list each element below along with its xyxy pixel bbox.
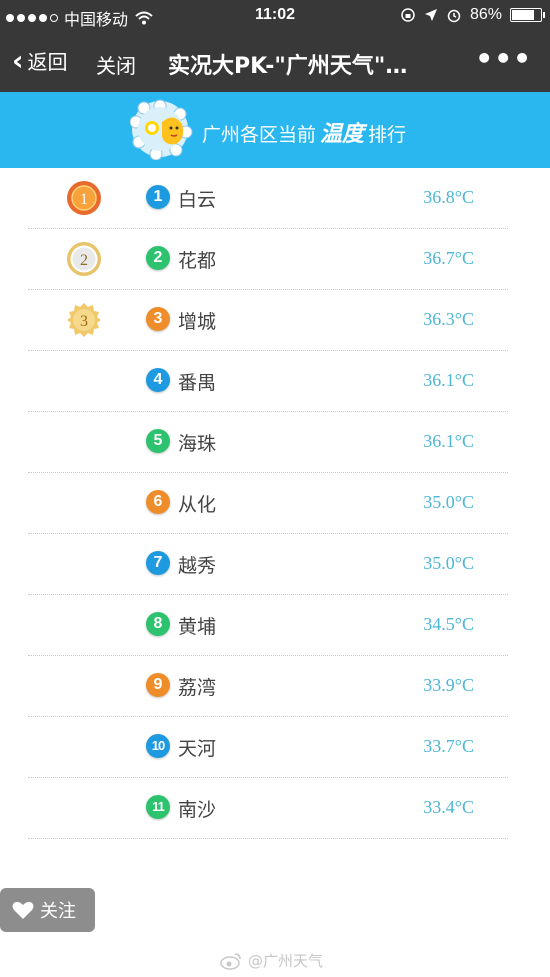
ranking-banner: 广州各区当前 温度 排行 (0, 92, 550, 168)
watermark: @广州天气 (220, 950, 323, 971)
follow-button[interactable]: 关注 (0, 888, 95, 932)
location-icon (424, 9, 437, 21)
rank-badge: 1 (146, 185, 170, 209)
temperature-value: 35.0°C (423, 492, 474, 512)
status-right: 86% (400, 6, 545, 24)
rank-badge: 2 (146, 246, 170, 270)
temperature-value: 35.0°C (423, 553, 474, 573)
district-name: 越秀 (178, 555, 217, 577)
rank-badge: 3 (146, 307, 170, 331)
rank-badge: 10 (146, 734, 170, 758)
temperature-value: 36.8°C (423, 187, 474, 207)
back-label: 返回 (27, 50, 68, 74)
list-item: 3 3 增城 36.3°C (28, 290, 508, 351)
list-item: 11 南沙 33.4°C (28, 778, 508, 839)
list-item: 2 2 花都 36.7°C (28, 229, 508, 290)
district-name: 南沙 (178, 799, 217, 821)
medal-gold-icon: 1 (67, 181, 101, 215)
status-bar: 中国移动 11:02 86% (0, 0, 550, 32)
district-name: 天河 (178, 738, 217, 760)
district-name: 白云 (178, 189, 217, 211)
medal-number: 3 (80, 313, 88, 330)
temperature-value: 36.7°C (423, 248, 474, 268)
district-name: 黄埔 (178, 616, 217, 638)
list-item: 10 天河 33.7°C (28, 717, 508, 778)
chevron-left-icon: ‹ (12, 43, 24, 77)
battery-percent: 86% (469, 6, 502, 23)
rank-badge: 4 (146, 368, 170, 392)
rank-badge: 5 (146, 429, 170, 453)
medal-number: 1 (80, 191, 88, 208)
list-item: 8 黄埔 34.5°C (28, 595, 508, 656)
banner-highlight: 温度 (320, 122, 365, 147)
weather-mascot-logo (130, 99, 193, 160)
watermark-text: @广州天气 (248, 952, 324, 970)
banner-suffix: 排行 (368, 124, 407, 146)
medal-bronze-icon: 3 (67, 303, 101, 337)
banner-title: 广州各区当前 温度 排行 (202, 116, 406, 148)
heart-icon (12, 901, 34, 919)
rank-badge: 11 (146, 795, 170, 819)
alarm-icon (447, 9, 461, 23)
lock-rotation-icon (401, 8, 415, 22)
rank-badge: 6 (146, 490, 170, 514)
battery-icon (510, 8, 545, 22)
list-item: 7 越秀 35.0°C (28, 534, 508, 595)
temperature-value: 33.4°C (423, 797, 474, 817)
back-button[interactable]: ‹ 返回 (12, 46, 68, 75)
temperature-value: 36.3°C (423, 309, 474, 329)
banner-prefix: 广州各区当前 (202, 124, 317, 146)
medal-number: 2 (80, 252, 88, 269)
district-name: 从化 (178, 494, 217, 516)
district-name: 荔湾 (178, 677, 217, 699)
list-item: 4 番禺 36.1°C (28, 351, 508, 412)
medal-silver-icon: 2 (67, 242, 101, 276)
list-item: 9 荔湾 33.9°C (28, 656, 508, 717)
district-name: 海珠 (178, 433, 217, 455)
nav-bar: ‹ 返回 关闭 实况大PK-"广州天气"… ••• (0, 32, 550, 92)
rank-badge: 7 (146, 551, 170, 575)
more-button[interactable]: ••• (475, 42, 532, 75)
district-name: 增城 (178, 311, 217, 333)
district-name: 花都 (178, 250, 217, 272)
temperature-value: 33.9°C (423, 675, 474, 695)
temperature-value: 36.1°C (423, 431, 474, 451)
district-name: 番禺 (178, 372, 217, 394)
weibo-icon (220, 952, 241, 970)
close-button[interactable]: 关闭 (96, 50, 136, 79)
follow-label: 关注 (40, 901, 76, 922)
list-item: 5 海珠 36.1°C (28, 412, 508, 473)
rank-badge: 9 (146, 673, 170, 697)
temperature-value: 33.7°C (423, 736, 474, 756)
list-item: 1 1 白云 36.8°C (28, 168, 508, 229)
ranking-list: 1 1 白云 36.8°C 2 2 花都 36.7°C 3 3 增城 36.3°… (28, 168, 508, 839)
rank-badge: 8 (146, 612, 170, 636)
page-title: 实况大PK-"广州天气"… (168, 54, 408, 79)
temperature-value: 34.5°C (423, 614, 474, 634)
temperature-value: 36.1°C (423, 370, 474, 390)
list-item: 6 从化 35.0°C (28, 473, 508, 534)
